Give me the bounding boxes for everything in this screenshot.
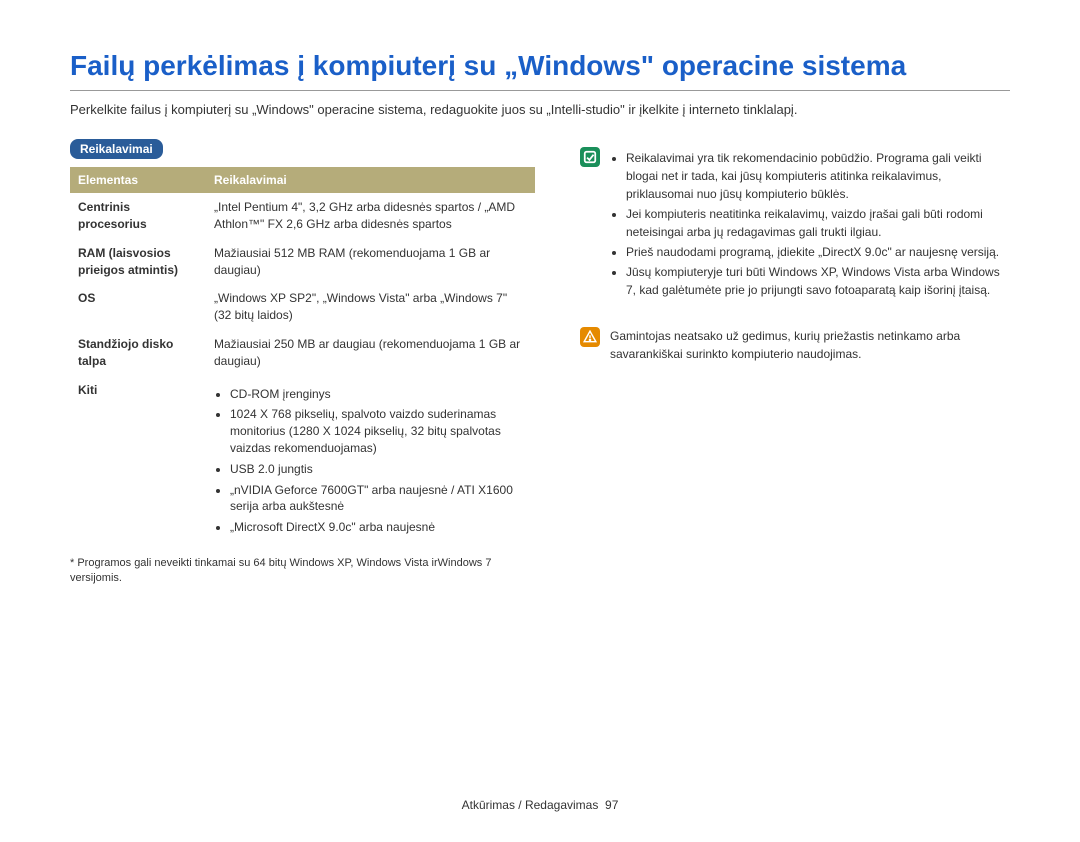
warning-text: Gamintojas neatsako už gedimus, kurių pr…: [610, 327, 1000, 363]
right-column: Reikalavimai yra tik rekomendacinio pobū…: [570, 139, 1010, 598]
row-value-ram: Mažiausiai 512 MB RAM (rekomenduojama 1 …: [206, 239, 535, 285]
left-column: Reikalavimai Elementas Reikalavimai Cent…: [70, 139, 535, 598]
page-title: Failų perkėlimas į kompiuterį su „Window…: [70, 50, 1010, 91]
col-header-requirements: Reikalavimai: [206, 167, 535, 193]
warning-icon: [580, 327, 600, 347]
row-value-os: „Windows XP SP2", „Windows Vista" arba „…: [206, 284, 535, 330]
columns: Reikalavimai Elementas Reikalavimai Cent…: [70, 139, 1010, 598]
info-list: Reikalavimai yra tik rekomendacinio pobū…: [610, 147, 1000, 301]
row-label-other: Kiti: [70, 376, 206, 546]
table-row: Kiti CD-ROM įrenginys 1024 X 768 pikseli…: [70, 376, 535, 546]
row-label-hdd: Standžiojo disko talpa: [70, 330, 206, 376]
row-value-cpu: „Intel Pentium 4", 3,2 GHz arba didesnės…: [206, 193, 535, 239]
info-note-box: Reikalavimai yra tik rekomendacinio pobū…: [570, 139, 1010, 309]
footer-page-number: 97: [605, 798, 618, 812]
list-item: Reikalavimai yra tik rekomendacinio pobū…: [626, 149, 1000, 203]
table-row: OS „Windows XP SP2", „Windows Vista" arb…: [70, 284, 535, 330]
list-item: „Microsoft DirectX 9.0c" arba naujesnė: [230, 519, 527, 536]
list-item: USB 2.0 jungtis: [230, 461, 527, 478]
list-item: CD-ROM įrenginys: [230, 386, 527, 403]
requirements-badge: Reikalavimai: [70, 139, 163, 159]
table-row: Centrinis procesorius „Intel Pentium 4",…: [70, 193, 535, 239]
table-row: RAM (laisvosios prieigos atmintis) Mažia…: [70, 239, 535, 285]
row-label-cpu: Centrinis procesorius: [70, 193, 206, 239]
footer-label: Atkūrimas / Redagavimas: [462, 798, 599, 812]
row-label-ram: RAM (laisvosios prieigos atmintis): [70, 239, 206, 285]
row-value-other: CD-ROM įrenginys 1024 X 768 pikselių, sp…: [206, 376, 535, 546]
warning-note-box: Gamintojas neatsako už gedimus, kurių pr…: [570, 319, 1010, 371]
requirements-table: Elementas Reikalavimai Centrinis proceso…: [70, 167, 535, 546]
table-row: Standžiojo disko talpa Mažiausiai 250 MB…: [70, 330, 535, 376]
list-item: Jūsų kompiuteryje turi būti Windows XP, …: [626, 263, 1000, 299]
other-list: CD-ROM įrenginys 1024 X 768 pikselių, sp…: [214, 386, 527, 536]
col-header-element: Elementas: [70, 167, 206, 193]
list-item: „nVIDIA Geforce 7600GT" arba naujesnė / …: [230, 482, 527, 516]
page: Failų perkėlimas į kompiuterį su „Window…: [0, 0, 1080, 842]
page-footer: Atkūrimas / Redagavimas 97: [70, 798, 1010, 812]
info-icon: [580, 147, 600, 167]
list-item: 1024 X 768 pikselių, spalvoto vaizdo sud…: [230, 406, 527, 456]
intro-text: Perkelkite failus į kompiuterį su „Windo…: [70, 101, 1010, 119]
row-value-hdd: Mažiausiai 250 MB ar daugiau (rekomenduo…: [206, 330, 535, 376]
list-item: Jei kompiuteris neatitinka reikalavimų, …: [626, 205, 1000, 241]
table-header-row: Elementas Reikalavimai: [70, 167, 535, 193]
row-label-os: OS: [70, 284, 206, 330]
list-item: Prieš naudodami programą, įdiekite „Dire…: [626, 243, 1000, 261]
footnote-text: * Programos gali neveikti tinkamai su 64…: [70, 556, 535, 587]
